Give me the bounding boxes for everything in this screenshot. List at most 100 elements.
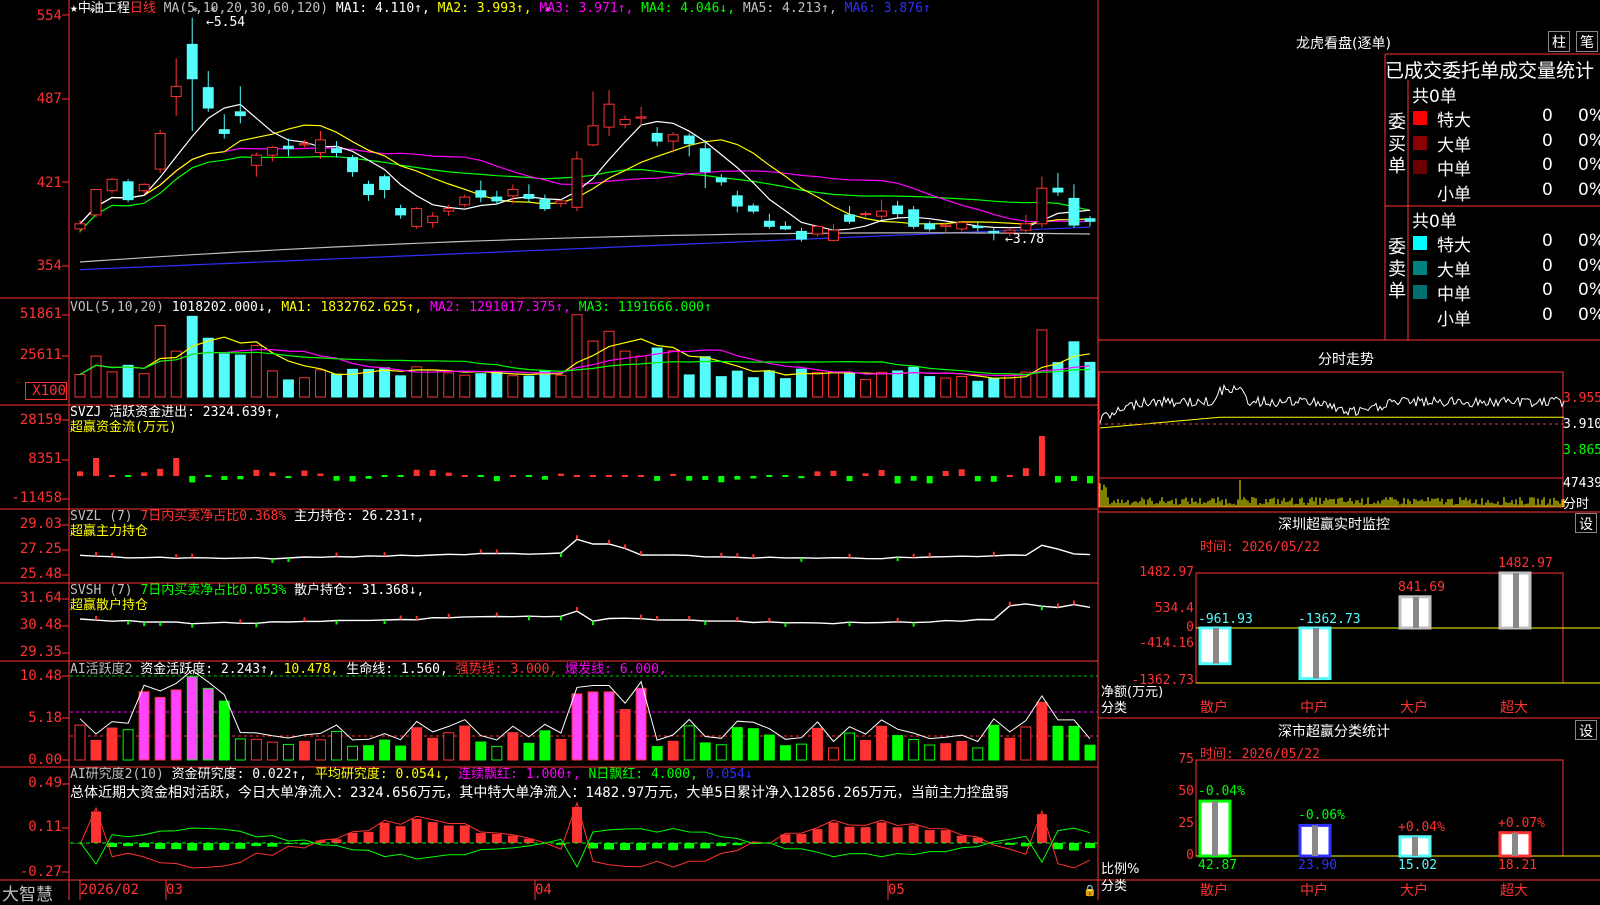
vol-bar-20 [396, 376, 406, 397]
candle-body-10 [235, 112, 245, 116]
monitor-time: 时间: 2026/05/22 [1200, 536, 1320, 555]
ai-active-tick-1: 10.48 [2, 668, 62, 684]
ai-research-bar-34 [620, 843, 630, 850]
vol-bar-4 [139, 374, 149, 397]
ai-research-bar-17 [348, 833, 358, 843]
ai-active-bar-8 [203, 688, 213, 760]
vol-bar-27 [508, 376, 518, 397]
tab-ticks[interactable]: 笔 [1576, 31, 1598, 52]
ma-header-item-0: MA(5,10,20,30,60,120) [156, 1, 328, 16]
volume-header: VOL(5,10,20) 1018202.000↓, MA1: 1832762.… [70, 300, 712, 315]
svzj-bar-11 [253, 470, 259, 476]
ai-research-bar-24 [460, 825, 470, 843]
svzj-tick-2: 8351 [2, 451, 62, 467]
ai-active-bar-4 [139, 692, 149, 760]
ai-active-bar-57 [989, 725, 999, 760]
vol-bar-2 [107, 372, 117, 397]
monitor-settings-button[interactable]: 设 [1575, 513, 1597, 533]
sell-row-count-0: 0 [1542, 231, 1553, 251]
ai-active-bar-28 [524, 743, 534, 760]
ai-research-line [80, 803, 1090, 868]
stats-bar-shade-3 [1512, 833, 1518, 856]
svzj-bar-12 [269, 472, 275, 476]
stock-name[interactable]: 中油工程 [78, 1, 130, 16]
stats-tick-3: 0 [1140, 848, 1194, 863]
ai-active-bar-54 [941, 744, 951, 760]
ma6-line [80, 227, 1090, 270]
svzj-bar-34 [622, 475, 628, 477]
buy-row-swatch-0 [1413, 111, 1427, 125]
sell-row-pct-3: 0% [1578, 305, 1600, 325]
svzj-bar-43 [766, 475, 772, 477]
vol-bar-47 [829, 372, 839, 397]
monitor-value-1: -1362.73 [1298, 612, 1361, 627]
ai-research-header-item-1: 资金研究度: 0.022↑, [164, 767, 307, 782]
svzj-bar-62 [1071, 476, 1077, 481]
candle-body-25 [476, 191, 486, 197]
ai-research-bar-38 [684, 843, 694, 848]
tab-bar-chart[interactable]: 柱 [1548, 31, 1570, 52]
vol-ma2 [80, 350, 1090, 376]
intraday-tick-2: 3.910 [1563, 417, 1600, 432]
svzj-bar-31 [574, 475, 580, 477]
ai-active-bar-49 [861, 741, 871, 760]
candle-body-56 [973, 226, 983, 227]
sell-total: 共0单 [1412, 207, 1457, 232]
vol-bar-3 [123, 365, 133, 397]
candle-body-33 [604, 104, 614, 127]
buy-row-name-1: 大单 [1437, 131, 1471, 156]
lock-icon[interactable]: 🔒 [1083, 884, 1097, 897]
stats-tick-2: 25 [1140, 816, 1194, 831]
monitor-cat-2: 大户 [1400, 697, 1428, 717]
svzj-bar-46 [814, 471, 820, 476]
ai-research-bar-45 [796, 834, 806, 843]
vol-bar-28 [524, 376, 534, 397]
ai-research-header-item-4: N日飘红: 4.000, [581, 767, 698, 782]
svsh-header-item-1: 7日内买卖净占比0.053% [133, 583, 287, 598]
vol-ma3 [80, 352, 1090, 374]
intraday-title: 分时走势 [1318, 349, 1374, 369]
vol-bar-60 [1037, 330, 1047, 397]
ai-research-header-item-0: AI研究度2(10) [70, 767, 164, 782]
candle-body-16 [332, 149, 342, 153]
buy-total: 共0单 [1412, 82, 1457, 107]
ma-header-item-6: MA6: 3.876↑ [837, 1, 931, 16]
candle-body-46 [812, 226, 822, 234]
ai-research-bar-5 [155, 843, 165, 849]
svsh-tick-2: 30.48 [2, 617, 62, 633]
ai-research-bar-33 [604, 843, 614, 850]
vol-header-item-3: MA2: 1291017.375↑, [422, 300, 571, 315]
vol-bar-42 [748, 378, 758, 397]
buy-row-count-2: 0 [1542, 155, 1553, 175]
chart-canvas: **** [0, 0, 1600, 900]
order-stats-title[interactable]: 已成交委托单成交量统计 [1385, 56, 1594, 83]
ai-active-bar-3 [123, 730, 133, 760]
svzj-bar-52 [911, 476, 917, 481]
ai-active-bar-5 [155, 697, 165, 760]
ai-active-bar-38 [684, 726, 694, 760]
stats-settings-button[interactable]: 设 [1575, 720, 1597, 740]
svzj-bar-48 [847, 476, 853, 481]
monitor-value-2: 841.69 [1398, 580, 1445, 595]
ai-research-header-item-5: 0.054↓ [698, 767, 753, 782]
period-label[interactable]: 日线 [130, 1, 156, 16]
buy-row-name-3: 小单 [1437, 180, 1471, 205]
ai-research-bar-61 [1053, 843, 1063, 849]
sell-row-pct-0: 0% [1578, 231, 1600, 251]
ai-active-bar-22 [428, 738, 438, 760]
monitor-value-0: -961.93 [1198, 612, 1253, 627]
sell-row-count-2: 0 [1542, 280, 1553, 300]
vol-bar-59 [1021, 372, 1031, 397]
stats-delta-3: +0.07% [1498, 816, 1545, 831]
ai-active-bar-16 [332, 731, 342, 760]
svzj-bar-14 [301, 470, 307, 476]
ai-active-bar-21 [412, 728, 422, 760]
ai-active-bar-2 [107, 728, 117, 760]
stats-cat-0: 散户 [1200, 880, 1228, 900]
ai-active-header-item-3: 生命线: 1.560, [338, 662, 447, 677]
ai-active-header-item-1: 资金活跃度: 2.243↑, [132, 662, 275, 677]
ai-research-tick-1: 0.49 [2, 775, 62, 791]
ai-active-bar-47 [829, 748, 839, 760]
svzj-bar-40 [718, 476, 724, 482]
buy-row-swatch-1 [1413, 136, 1427, 150]
